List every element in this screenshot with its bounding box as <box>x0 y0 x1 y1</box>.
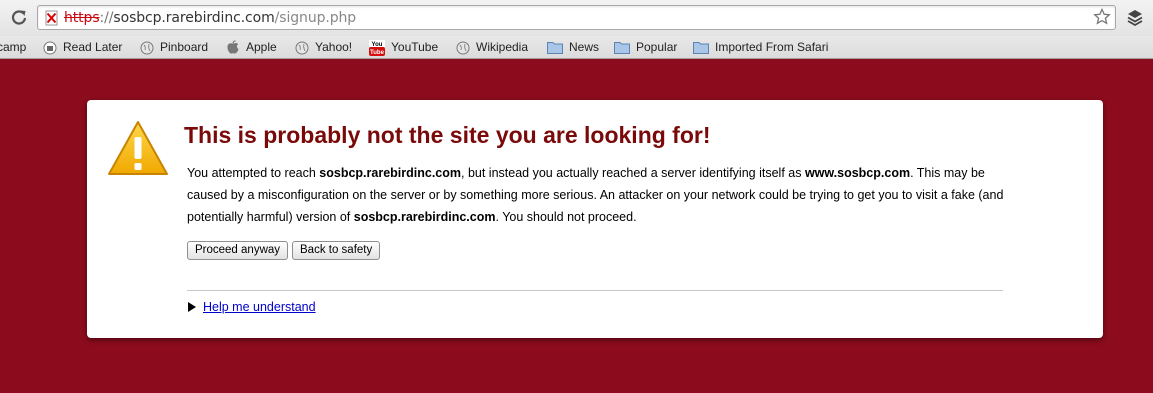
explanation-text: . You should not proceed. <box>495 210 637 224</box>
warning-title: This is probably not the site you are lo… <box>184 122 711 148</box>
folder-icon <box>547 42 563 54</box>
bookmark-label: Yahoo! <box>315 40 353 54</box>
bookmark-label: YouTube <box>391 40 439 54</box>
bookmark-wikipedia[interactable]: Wikipedia <box>456 39 528 56</box>
warning-explanation: You attempted to reach sosbcp.rarebirdin… <box>187 162 1007 228</box>
url-text[interactable]: https://sosbcp.rarebirdinc.com/signup.ph… <box>64 10 356 26</box>
url-path: /signup.php <box>274 10 357 26</box>
bookmark-label: Pinboard <box>160 40 209 54</box>
youtube-icon: You Tube <box>369 39 385 56</box>
bookmarks-bar: camp Read Later Pinboard Apple Yahoo! Yo <box>0 36 1153 59</box>
bookmark-apple[interactable]: Apple <box>226 39 277 56</box>
bookmark-label: News <box>569 40 600 54</box>
bookmark-folder-popular[interactable]: Popular <box>614 39 677 56</box>
divider <box>187 290 1003 291</box>
bookmark-read-later[interactable]: Read Later <box>43 39 122 56</box>
bookmark-yahoo[interactable]: Yahoo! <box>295 39 352 56</box>
bookmark-label: Apple <box>246 40 277 54</box>
bookmark-youtube[interactable]: You Tube YouTube <box>369 39 438 56</box>
back-to-safety-button[interactable]: Back to safety <box>292 241 381 260</box>
url-separator: :// <box>99 10 114 26</box>
globe-icon <box>140 41 154 54</box>
requested-host: sosbcp.rarebirdinc.com <box>353 210 496 224</box>
explanation-text: You attempted to reach <box>187 166 320 180</box>
apple-icon <box>227 40 239 54</box>
broken-lock-icon[interactable] <box>44 10 60 26</box>
bookmark-folder-news[interactable]: News <box>547 39 599 56</box>
bookmark-star-icon[interactable] <box>1093 8 1111 26</box>
reload-icon[interactable] <box>8 6 30 28</box>
bookmark-pinboard[interactable]: Pinboard <box>140 39 208 56</box>
certificate-host: www.sosbcp.com <box>804 166 911 180</box>
proceed-anyway-button[interactable]: Proceed anyway <box>187 241 289 260</box>
url-scheme: https <box>64 10 100 26</box>
folder-icon <box>693 42 709 54</box>
bookmark-label: Wikipedia <box>476 40 529 54</box>
layers-menu-icon[interactable] <box>1126 8 1144 28</box>
folder-icon <box>614 42 630 54</box>
url-host: sosbcp.rarebirdinc.com <box>113 10 275 26</box>
globe-icon <box>456 41 470 54</box>
bookmark-label: Imported From Safari <box>715 40 829 54</box>
bookmark-camp[interactable]: camp <box>0 39 26 56</box>
globe-icon <box>295 41 309 54</box>
bookmark-folder-imported-from-safari[interactable]: Imported From Safari <box>693 39 828 56</box>
help-me-understand-link[interactable]: Help me understand <box>203 300 316 314</box>
address-bar[interactable]: https://sosbcp.rarebirdinc.com/signup.ph… <box>37 5 1116 30</box>
warning-icon <box>108 121 168 175</box>
disclosure-triangle-icon[interactable] <box>188 302 196 312</box>
explanation-text: , but instead you actually reached a ser… <box>461 166 805 180</box>
bookmark-label: Popular <box>636 40 678 54</box>
svg-text:Tube: Tube <box>370 50 385 56</box>
bookmark-label: Read Later <box>63 40 123 54</box>
bookmark-label: camp <box>0 40 27 54</box>
browser-toolbar: https://sosbcp.rarebirdinc.com/signup.ph… <box>0 0 1153 36</box>
ssl-warning-box: This is probably not the site you are lo… <box>87 100 1103 338</box>
requested-host: sosbcp.rarebirdinc.com <box>319 166 461 180</box>
read-later-icon <box>43 41 57 54</box>
